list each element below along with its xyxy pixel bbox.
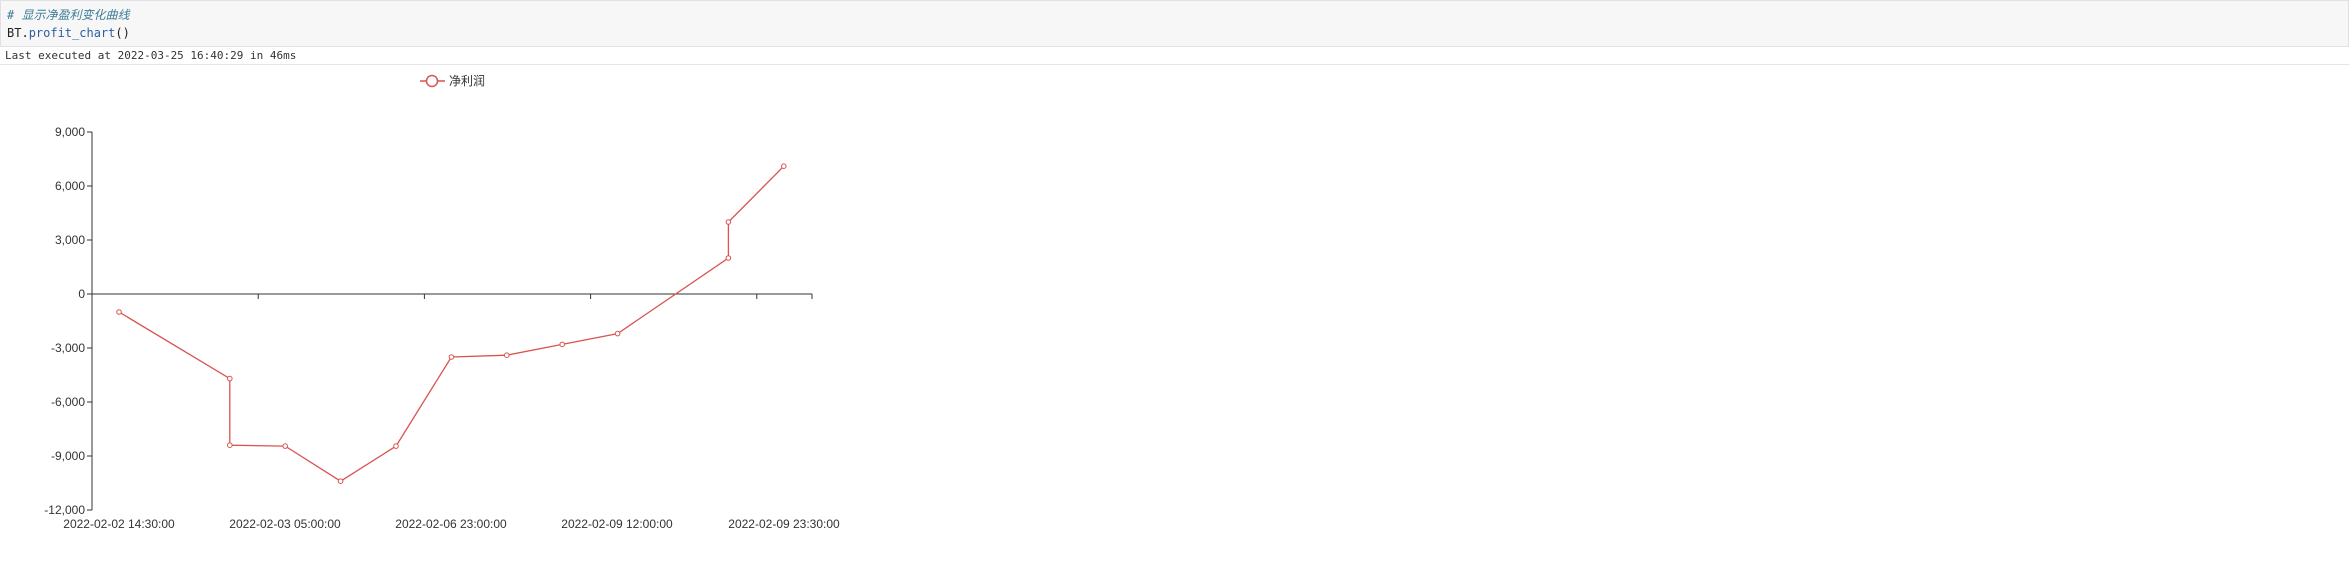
data-point[interactable] xyxy=(448,354,455,360)
execution-status-text: Last executed at 2022-03-25 16:40:29 in … xyxy=(5,49,297,62)
y-axis: 9,000 6,000 3,000 0 -3,000 -6,000 -9,000 -12,00… xyxy=(44,125,93,517)
code-cell-input[interactable]: # 显示净盈利变化曲线 BT.profit_chart() xyxy=(0,0,2349,47)
data-point[interactable] xyxy=(393,443,399,449)
data-point[interactable] xyxy=(227,442,233,449)
x-axis: 2022-02-02 14:30:00 2022-02-03 05:00:00 20… xyxy=(63,293,840,531)
data-point[interactable] xyxy=(725,255,732,261)
data-point[interactable] xyxy=(559,341,566,348)
data-point[interactable] xyxy=(614,330,621,337)
data-point[interactable] xyxy=(116,309,122,315)
data-point[interactable] xyxy=(282,443,289,449)
code-function: profit_chart xyxy=(28,26,116,40)
data-point[interactable] xyxy=(227,375,233,382)
data-point[interactable] xyxy=(337,478,344,485)
y-tick-label: -6,000 xyxy=(51,395,85,409)
x-tick-label: 2022-02-03 05:00:00 xyxy=(229,517,341,531)
y-tick-label: -9,000 xyxy=(51,449,85,463)
code-comment-line: # 显示净盈利变化曲线 xyxy=(7,8,130,22)
y-tick-label: -3,000 xyxy=(51,341,85,355)
code-call-line: BT.profit_chart() xyxy=(7,25,130,41)
chart-legend[interactable]: 净利润 xyxy=(420,74,485,88)
legend-circle-marker xyxy=(425,74,439,88)
x-tick-label: 2022-02-06 23:00:00 xyxy=(395,517,507,531)
x-tick-label: 2022-02-09 23:30:00 xyxy=(728,517,840,531)
y-tick-label: -12,000 xyxy=(44,503,85,517)
legend-label: 净利润 xyxy=(449,74,485,88)
profit-line-chart: 净利润 9,000 6,000 3,000 0 -3,000 -6,000 -9,000 -1… xyxy=(44,74,840,531)
y-tick-label: 0 xyxy=(78,287,85,301)
x-tick-label: 2022-02-02 14:30:00 xyxy=(63,517,175,531)
series-line-net-profit xyxy=(118,165,785,482)
code-object: BT. xyxy=(7,26,29,40)
x-tick-label: 2022-02-09 12:00:00 xyxy=(561,517,673,531)
y-tick-label: 6,000 xyxy=(55,179,85,193)
code-parens: () xyxy=(115,26,130,40)
y-tick-label: 3,000 xyxy=(55,233,85,247)
execution-status-bar: Last executed at 2022-03-25 16:40:29 in … xyxy=(0,47,2349,65)
y-tick-label: 9,000 xyxy=(55,125,85,139)
series-layer xyxy=(116,163,787,485)
data-point[interactable] xyxy=(781,163,787,169)
data-point[interactable] xyxy=(725,219,732,225)
data-point[interactable] xyxy=(504,352,510,359)
